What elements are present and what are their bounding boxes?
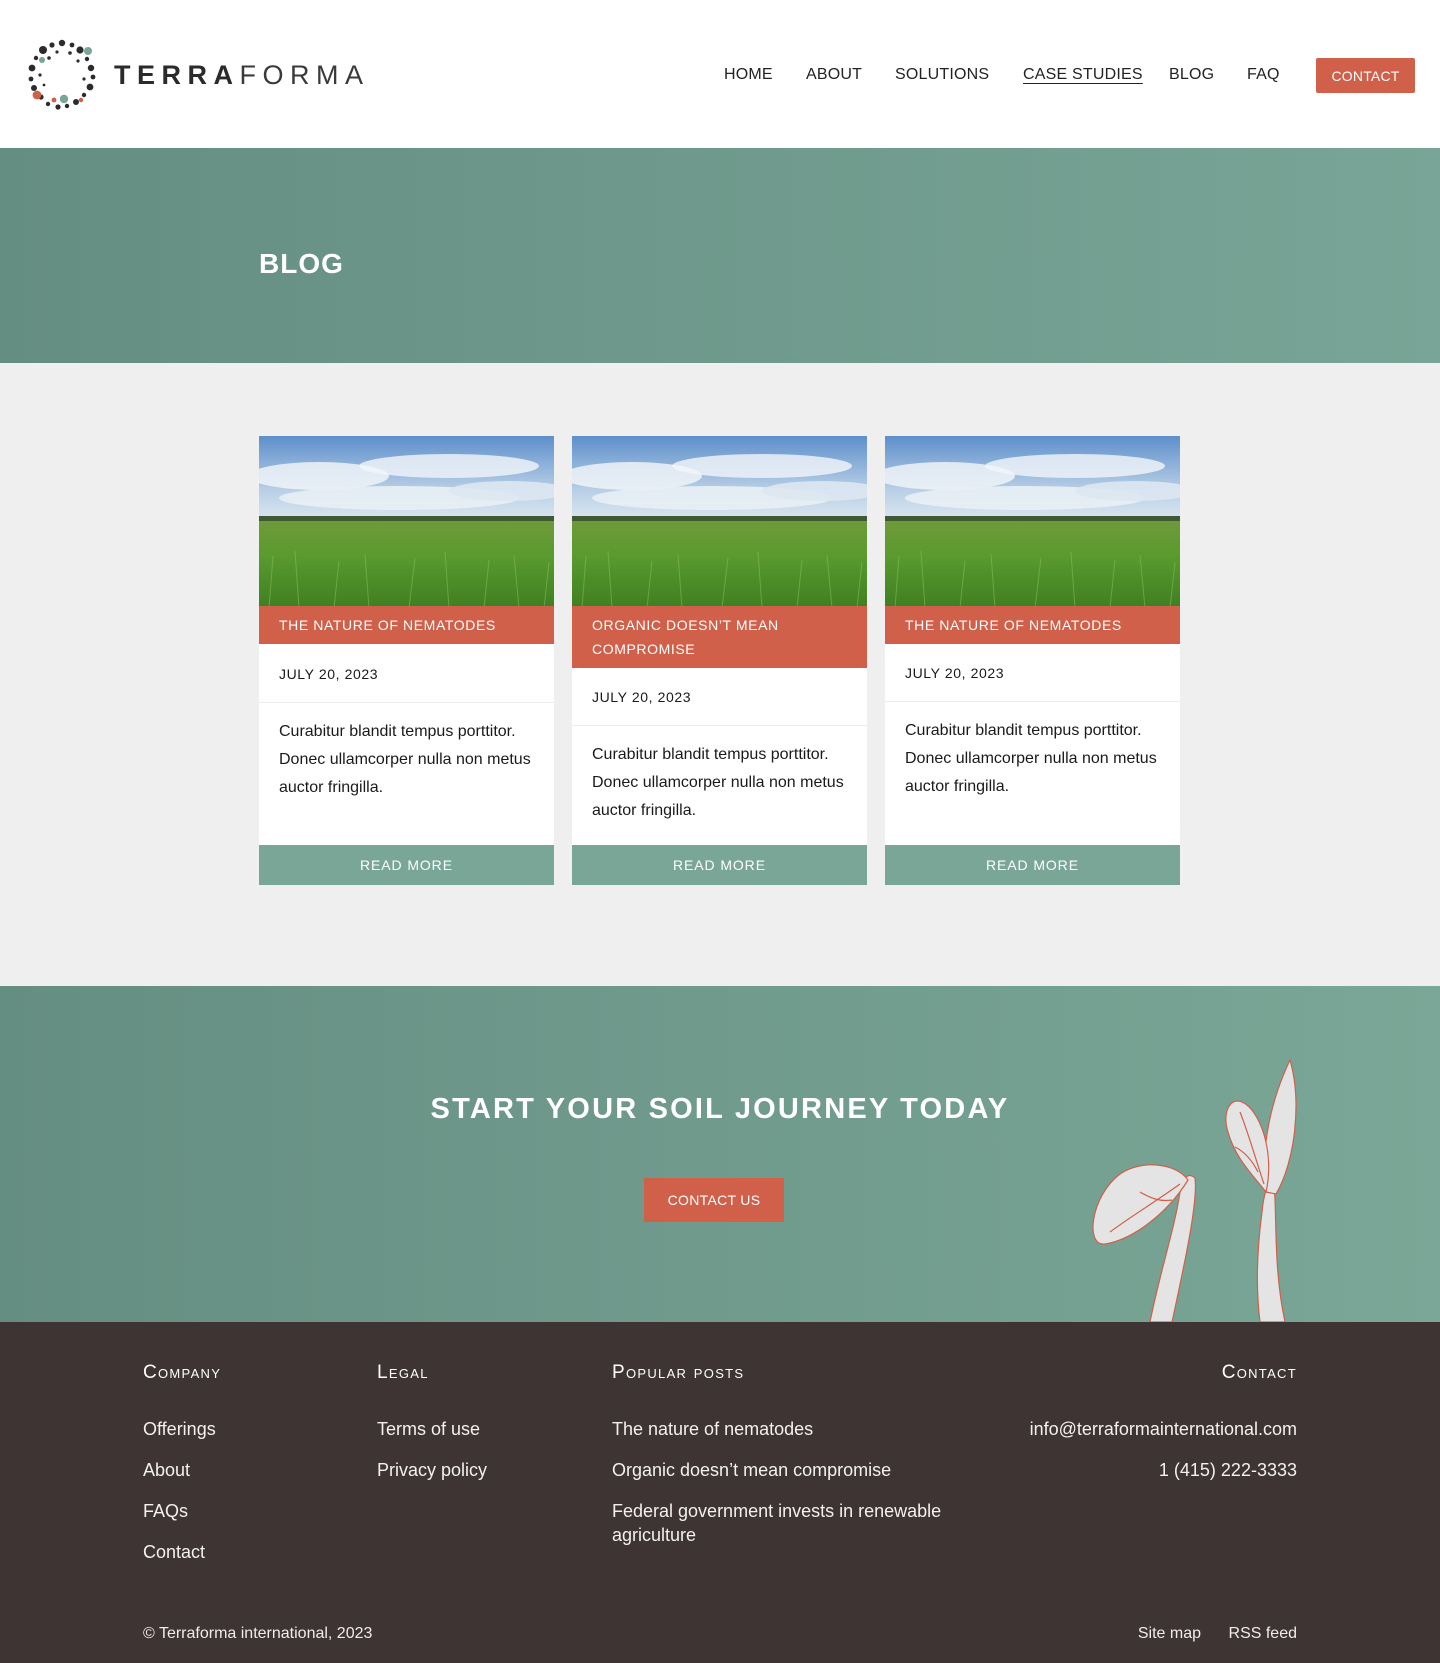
field-image: [885, 436, 1180, 608]
logo-text-bold: TERRA: [114, 59, 240, 90]
card-divider: [885, 701, 1180, 702]
logo-wordmark: TERRAFORMA: [114, 60, 370, 91]
card-title[interactable]: ORGANIC DOESN’T MEAN COMPROMISE: [572, 606, 867, 668]
logo[interactable]: TERRAFORMA: [24, 37, 370, 113]
nav-solutions[interactable]: SOLUTIONS: [895, 66, 989, 84]
copyright: © Terraforma international, 2023: [143, 1625, 373, 1642]
nav-faq[interactable]: FAQ: [1247, 66, 1280, 84]
card-title[interactable]: THE NATURE OF NEMATODES: [885, 606, 1180, 644]
footer-email-link[interactable]: info@terraformainternational.com: [1030, 1417, 1297, 1441]
footer-link-post-2[interactable]: Organic doesn’t mean compromise: [612, 1458, 891, 1482]
logo-dots-icon: [28, 39, 96, 110]
card-excerpt: Curabitur blandit tempus porttitor. Done…: [905, 722, 1157, 795]
footer-link-faqs[interactable]: FAQs: [143, 1499, 188, 1523]
card-image[interactable]: [885, 436, 1180, 608]
footer-heading-company: Company: [143, 1362, 222, 1383]
footer-heading-legal: Legal: [377, 1362, 429, 1383]
field-image: [572, 436, 867, 608]
footer-link-sitemap[interactable]: Site map: [1138, 1625, 1201, 1643]
nav-about[interactable]: ABOUT: [806, 66, 862, 84]
site-footer: Company Offerings About FAQs Contact Leg…: [0, 1322, 1440, 1663]
footer-heading-contact: Contact: [1221, 1362, 1297, 1383]
footer-heading-popular-posts: Popular posts: [612, 1362, 745, 1383]
nav-blog[interactable]: BLOG: [1169, 66, 1214, 84]
footer-link-rss[interactable]: RSS feed: [1229, 1625, 1297, 1643]
card-divider: [572, 725, 867, 726]
blog-list: THE NATURE OF NEMATODES JULY 20, 2023 Cu…: [0, 363, 1440, 986]
contact-us-button[interactable]: CONTACT US: [644, 1178, 784, 1222]
card-divider: [259, 702, 554, 703]
footer-link-post-3[interactable]: Federal government invests in renewable …: [612, 1499, 952, 1547]
footer-phone-link[interactable]: 1 (415) 222-3333: [1159, 1458, 1297, 1482]
card-date: JULY 20, 2023: [592, 689, 692, 705]
hero-banner: BLOG: [0, 148, 1440, 363]
nav-home[interactable]: HOME: [724, 66, 773, 84]
read-more-button[interactable]: READ MORE: [572, 845, 867, 885]
footer-link-contact[interactable]: Contact: [143, 1540, 205, 1564]
card-date: JULY 20, 2023: [279, 666, 379, 682]
page-title: BLOG: [259, 248, 344, 279]
logo-text-light: FORMA: [239, 59, 370, 90]
blog-card: ORGANIC DOESN’T MEAN COMPROMISE JULY 20,…: [572, 436, 867, 885]
card-title[interactable]: THE NATURE OF NEMATODES: [259, 606, 554, 644]
cta-banner: START YOUR SOIL JOURNEY TODAY CONTACT US: [0, 986, 1440, 1322]
read-more-button[interactable]: READ MORE: [259, 845, 554, 885]
card-excerpt: Curabitur blandit tempus porttitor. Done…: [279, 723, 531, 796]
footer-link-post-1[interactable]: The nature of nematodes: [612, 1417, 813, 1441]
blog-card: THE NATURE OF NEMATODES JULY 20, 2023 Cu…: [259, 436, 554, 885]
contact-button[interactable]: CONTACT: [1316, 58, 1415, 93]
field-image: [259, 436, 554, 608]
card-image[interactable]: [259, 436, 554, 608]
card-image[interactable]: [572, 436, 867, 608]
read-more-button[interactable]: READ MORE: [885, 845, 1180, 885]
card-date: JULY 20, 2023: [905, 665, 1005, 681]
footer-link-about[interactable]: About: [143, 1458, 190, 1482]
site-header: TERRAFORMA HOME ABOUT SOLUTIONS CASE STU…: [0, 0, 1440, 148]
sprout-illustration-icon: [1092, 1058, 1297, 1322]
footer-link-offerings[interactable]: Offerings: [143, 1417, 216, 1441]
footer-link-privacy[interactable]: Privacy policy: [377, 1458, 487, 1482]
card-excerpt: Curabitur blandit tempus porttitor. Done…: [592, 746, 844, 819]
nav-case-studies[interactable]: CASE STUDIES: [1023, 66, 1143, 84]
footer-link-terms[interactable]: Terms of use: [377, 1417, 480, 1441]
blog-card: THE NATURE OF NEMATODES JULY 20, 2023 Cu…: [885, 436, 1180, 885]
